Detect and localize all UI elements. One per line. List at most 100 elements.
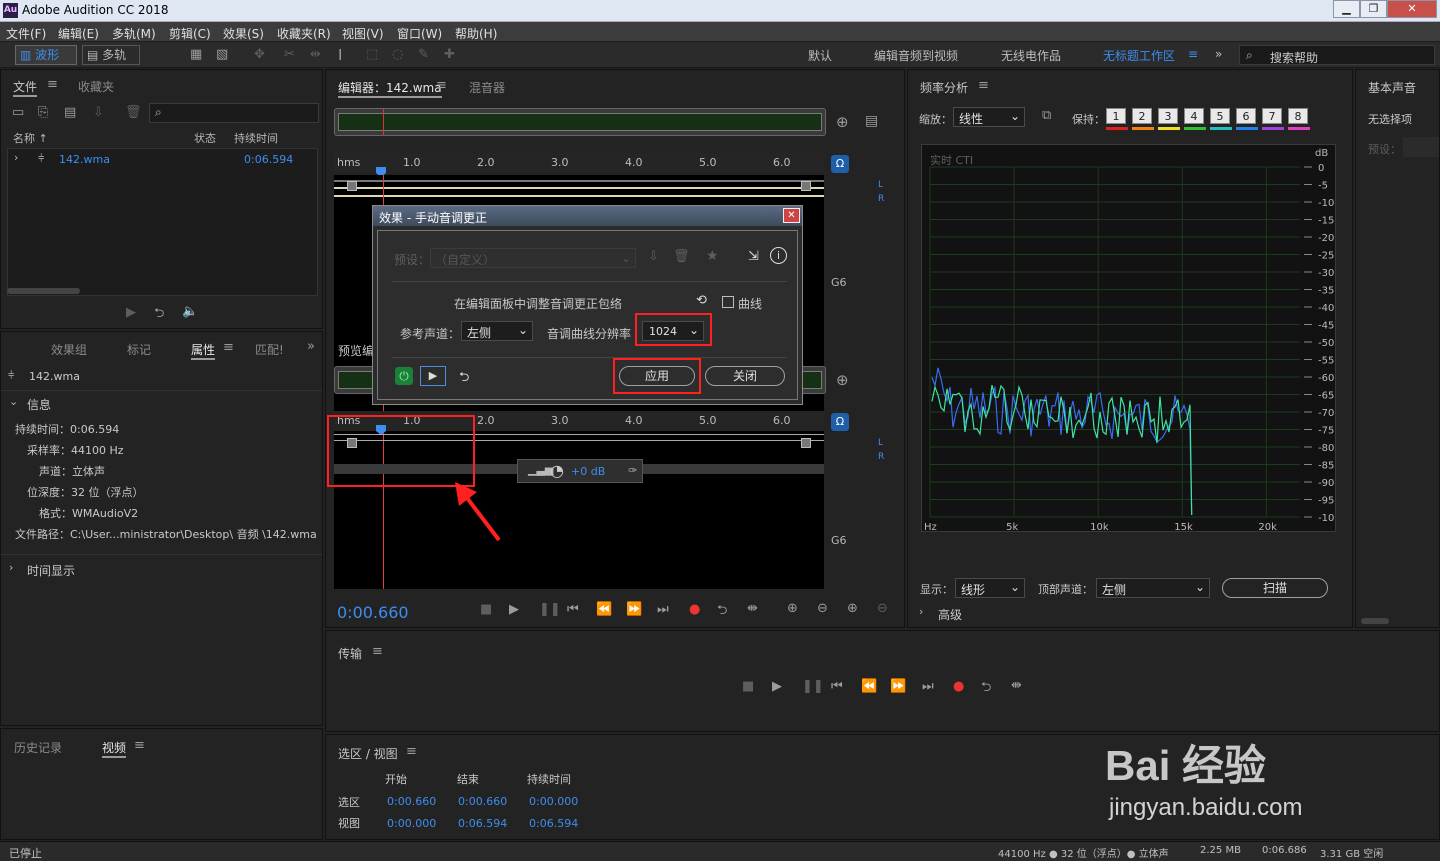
skip-selection-icon[interactable]: ⇼ bbox=[1011, 678, 1022, 693]
essential-preset-dropdown[interactable] bbox=[1403, 137, 1439, 157]
collapse-arrow-icon[interactable]: ⌄ bbox=[9, 395, 18, 408]
view-end[interactable]: 0:06.594 bbox=[458, 817, 507, 830]
new-file-icon[interactable]: ▤ bbox=[64, 105, 76, 120]
preview-play-button[interactable]: ▶ bbox=[420, 366, 446, 386]
marquee-tool-icon[interactable]: ⬚ bbox=[366, 47, 378, 62]
tab-files[interactable]: 文件 bbox=[13, 78, 38, 97]
hud-volume-control[interactable]: ▁▃▅ ◔ +0 dB ✑ bbox=[517, 459, 643, 483]
scan-button[interactable]: 扫描 bbox=[1222, 578, 1328, 598]
essential-scrollbar[interactable] bbox=[1361, 618, 1389, 624]
menu-help[interactable]: 帮助(H) bbox=[455, 25, 497, 42]
overview-bar[interactable] bbox=[334, 108, 826, 136]
headphones-icon[interactable]: Ω bbox=[831, 155, 849, 173]
go-to-start-icon[interactable]: ⏮ bbox=[831, 679, 843, 694]
play-preview-icon[interactable]: ▶ bbox=[126, 305, 136, 320]
view-duration[interactable]: 0:06.594 bbox=[529, 817, 578, 830]
fast-forward-icon[interactable]: ⏩ bbox=[626, 602, 642, 617]
play-icon[interactable]: ▶ bbox=[772, 679, 782, 694]
pause-icon[interactable]: ❚❚ bbox=[802, 679, 824, 694]
hold-button-8[interactable]: 8 bbox=[1288, 108, 1308, 124]
hold-button-1[interactable]: 1 bbox=[1106, 108, 1126, 124]
display-dropdown[interactable]: 线形 ⌄ bbox=[955, 578, 1025, 598]
fast-forward-icon[interactable]: ⏩ bbox=[890, 679, 906, 694]
workspace-untitled[interactable]: 无标题工作区 bbox=[1103, 47, 1175, 64]
delete-preset-icon[interactable]: 🗑 bbox=[673, 249, 690, 264]
reset-icon[interactable]: ⟲ bbox=[696, 293, 707, 308]
brush-tool-icon[interactable]: ✎ bbox=[418, 47, 429, 62]
channel-R-label[interactable]: R bbox=[878, 194, 884, 204]
expand-arrow-icon[interactable]: › bbox=[14, 151, 18, 164]
hold-button-2[interactable]: 2 bbox=[1132, 108, 1152, 124]
expand-arrow-icon[interactable]: › bbox=[9, 561, 13, 574]
waveform-mode-button[interactable]: ▥ 波形 bbox=[15, 45, 77, 65]
col-duration[interactable]: 持续时间 bbox=[234, 130, 278, 146]
time-ruler[interactable]: hms 1.0 2.0 3.0 4.0 5.0 6.0 bbox=[334, 153, 824, 173]
hold-button-5[interactable]: 5 bbox=[1210, 108, 1230, 124]
hold-button-3[interactable]: 3 bbox=[1158, 108, 1178, 124]
maximize-button[interactable]: ❐ bbox=[1360, 0, 1387, 18]
zoom-out-time-icon[interactable]: ⊖ bbox=[877, 601, 888, 616]
transport-menu-icon[interactable]: ≡ bbox=[372, 644, 383, 659]
selection-duration[interactable]: 0:00.000 bbox=[529, 795, 578, 808]
tab-markers[interactable]: 标记 bbox=[127, 341, 151, 358]
zoom-preview-icon[interactable]: ⊕ bbox=[836, 371, 849, 389]
tab-properties[interactable]: 属性 bbox=[191, 341, 216, 360]
pause-icon[interactable]: ❚❚ bbox=[539, 602, 561, 617]
channel-L-label[interactable]: L bbox=[878, 180, 883, 190]
skip-selection-icon[interactable]: ⇼ bbox=[747, 601, 758, 616]
zoom-in-time-icon[interactable]: ⊕ bbox=[847, 601, 858, 616]
loop-playback-icon[interactable]: ⮌ bbox=[717, 601, 727, 623]
volume-knob-icon[interactable]: ◔ bbox=[550, 461, 564, 480]
spectral-pitch-icon[interactable]: ▧ bbox=[216, 47, 228, 62]
rewind-icon[interactable]: ⏪ bbox=[861, 679, 877, 694]
selection-start[interactable]: 0:00.660 bbox=[387, 795, 436, 808]
lasso-tool-icon[interactable]: ◌ bbox=[392, 47, 403, 62]
menu-effects[interactable]: 效果(S) bbox=[223, 25, 264, 42]
resolution-dropdown[interactable]: 1024 ⌄ bbox=[642, 321, 704, 341]
workspace-overflow-icon[interactable]: » bbox=[1215, 47, 1222, 61]
expand-arrow-icon[interactable]: › bbox=[919, 605, 923, 618]
tab-effects-rack[interactable]: 效果组 bbox=[51, 341, 87, 358]
healing-tool-icon[interactable]: ✚ bbox=[444, 47, 455, 62]
top-channel-dropdown[interactable]: 左侧 ⌄ bbox=[1096, 578, 1210, 598]
zoom-overview-icon[interactable]: ⊕ bbox=[836, 113, 849, 131]
file-row[interactable]: › ⫩ 142.wma 0:06.594 bbox=[8, 151, 317, 167]
dialog-title-bar[interactable]: 效果 - 手动音调更正 ✕ bbox=[373, 206, 802, 226]
record-icon[interactable]: ● bbox=[689, 602, 700, 617]
advanced-section[interactable]: 高级 bbox=[938, 606, 962, 623]
workspace-radio[interactable]: 无线电作品 bbox=[1001, 47, 1061, 64]
hold-button-7[interactable]: 7 bbox=[1262, 108, 1282, 124]
selection-menu-icon[interactable]: ≡ bbox=[406, 744, 417, 759]
tab-match[interactable]: 匹配! bbox=[255, 341, 284, 358]
open-file-icon[interactable]: ▭ bbox=[12, 105, 24, 120]
tab-mixer[interactable]: 混音器 bbox=[469, 79, 505, 96]
info-icon[interactable]: i bbox=[770, 247, 787, 264]
autoplay-icon[interactable]: 🔈 bbox=[182, 304, 198, 319]
time-selection-tool-icon[interactable]: I bbox=[338, 46, 342, 64]
time-display-section[interactable]: 时间显示 bbox=[27, 562, 75, 579]
snapshot-icon[interactable]: ⧉ bbox=[1042, 108, 1051, 123]
razor-tool-icon[interactable]: ✂ bbox=[284, 47, 295, 62]
apply-button[interactable]: 应用 bbox=[619, 366, 695, 386]
editor-menu-icon[interactable]: ≡ bbox=[436, 78, 447, 93]
fade-out-handle[interactable] bbox=[801, 438, 811, 448]
search-help-field[interactable]: ⌕ 搜索帮助 bbox=[1239, 45, 1435, 65]
go-to-end-icon[interactable]: ⏭ bbox=[922, 679, 934, 694]
info-section-title[interactable]: 信息 bbox=[27, 396, 51, 413]
tab-video[interactable]: 视频 bbox=[102, 739, 127, 758]
close-window-button[interactable]: ✕ bbox=[1387, 0, 1437, 18]
multitrack-mode-button[interactable]: ▤ 多轨 bbox=[82, 45, 140, 65]
fade-out-handle[interactable] bbox=[801, 181, 811, 191]
workspace-menu-icon[interactable]: ≡ bbox=[1188, 47, 1198, 61]
dialog-close-button[interactable]: 关闭 bbox=[705, 366, 785, 386]
spectral-display-icon[interactable]: ▤ bbox=[865, 113, 878, 129]
go-to-end-icon[interactable]: ⏭ bbox=[657, 602, 669, 617]
menu-clip[interactable]: 剪辑(C) bbox=[169, 25, 211, 42]
loop-playback-icon[interactable]: ⮌ bbox=[981, 678, 991, 700]
go-to-start-icon[interactable]: ⏮ bbox=[567, 602, 579, 617]
favorite-star-icon[interactable]: ★ bbox=[706, 248, 719, 264]
tab-favorites[interactable]: 收藏夹 bbox=[78, 78, 114, 95]
spectrum-graph[interactable]: 0 -5 -10 -15 -20 -25 -30 -35 -40 -45 -50 -55 -60 -65 -… bbox=[921, 144, 1336, 532]
menu-window[interactable]: 窗口(W) bbox=[397, 25, 442, 42]
curve-checkbox[interactable] bbox=[722, 296, 734, 308]
